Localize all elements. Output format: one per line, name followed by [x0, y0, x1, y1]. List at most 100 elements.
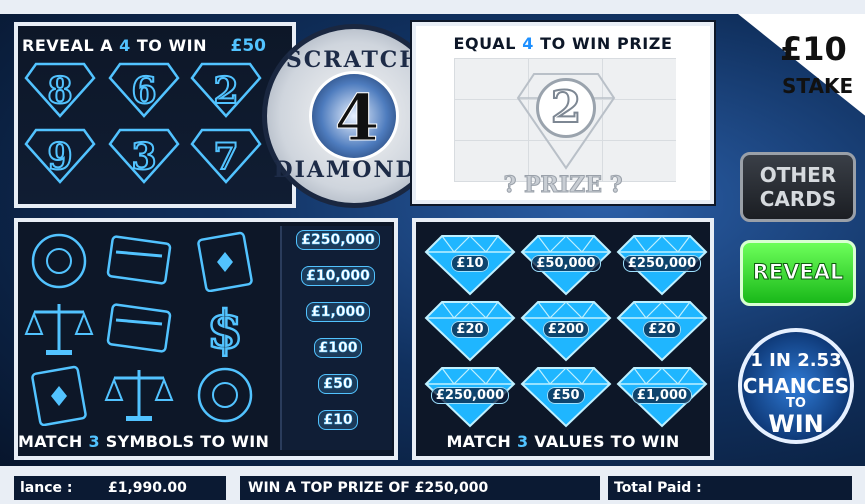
- diamond-value: £200: [542, 321, 590, 338]
- gem-number-cell[interactable]: 3: [108, 128, 180, 184]
- diamond-value: £1,000: [631, 387, 693, 404]
- footer-prefix: MATCH: [446, 432, 517, 451]
- gem-number-cell[interactable]: 6: [108, 62, 180, 118]
- symbol-prize: £250,000: [282, 230, 394, 250]
- scratch-symbol[interactable]: [22, 364, 96, 426]
- top-prize-banner: WIN A TOP PRIZE OF £250,000: [240, 476, 600, 500]
- symbol-prize-value: £250,000: [296, 230, 380, 250]
- value-diamond[interactable]: £50,000: [520, 232, 612, 296]
- ring-icon: [197, 367, 253, 423]
- symbol-prize: £50: [282, 374, 394, 394]
- header-prefix: REVEAL A: [22, 36, 120, 55]
- symbol-prize-value: £1,000: [305, 302, 371, 322]
- diamond-value-wrap: £50: [520, 387, 612, 404]
- match-symbols-footer: MATCH 3 SYMBOLS TO WIN: [18, 432, 278, 451]
- diamond-value: £250,000: [430, 387, 510, 404]
- diamond-value: £50,000: [531, 255, 601, 272]
- reveal-button[interactable]: REVEAL: [740, 240, 856, 306]
- diamond-value-wrap: £50,000: [520, 255, 612, 272]
- value-diamond[interactable]: £250,000: [424, 364, 516, 428]
- symbol-prize: £1,000: [282, 302, 394, 322]
- dollar-icon: $: [206, 299, 245, 360]
- game-screen: REVEAL A 4 TO WIN £50 862937 SCRATCH 4 D…: [0, 0, 865, 504]
- value-diamond[interactable]: £250,000: [616, 232, 708, 296]
- diamond-value: £250,000: [622, 255, 702, 272]
- revealed-number: 2: [536, 78, 596, 138]
- symbol-prize: £10: [282, 410, 394, 430]
- gem-number-cell[interactable]: 7: [190, 128, 262, 184]
- scratch-symbol[interactable]: [22, 298, 96, 360]
- scratch-symbol[interactable]: [102, 230, 176, 292]
- gem-number-cell[interactable]: 9: [24, 128, 96, 184]
- diamond-value: £10: [451, 255, 489, 272]
- scratch-symbol[interactable]: [102, 364, 176, 426]
- reveal-four-panel[interactable]: REVEAL A 4 TO WIN £50 8 6 2 9 3 7: [14, 22, 296, 208]
- match-values-panel[interactable]: £10 £50,000 £250,000 £20 £200 £20 £250,000 £50 £…: [412, 218, 714, 460]
- gem-number: 6: [130, 69, 157, 113]
- value-diamond[interactable]: £1,000: [616, 364, 708, 428]
- other-cards-button[interactable]: OTHER CARDS: [740, 152, 856, 222]
- gem-number: 8: [46, 69, 73, 113]
- reveal-four-header: REVEAL A 4 TO WIN: [22, 36, 207, 55]
- hidden-prize-label: ? PRIZE ?: [503, 172, 623, 199]
- card-icon: [106, 303, 172, 353]
- odds-line2: CHANCES: [742, 374, 850, 398]
- scratch-symbol[interactable]: [102, 298, 176, 360]
- diamond-value-wrap: £250,000: [616, 255, 708, 272]
- equal-four-header: EQUAL 4 TO WIN PRIZE: [416, 34, 710, 53]
- value-diamond[interactable]: £200: [520, 298, 612, 362]
- symbol-prize-column: £250,000 £10,000 £1,000 £100 £50 £10: [280, 226, 392, 450]
- diamond-value-wrap: £20: [616, 321, 708, 338]
- footer-number: 3: [88, 432, 100, 451]
- logo-number: 4: [334, 81, 380, 157]
- footer-prefix: MATCH: [18, 432, 89, 451]
- diamond-value-wrap: £200: [520, 321, 612, 338]
- svg-text:$: $: [207, 300, 243, 360]
- other-cards-line2: CARDS: [759, 187, 837, 211]
- match-symbols-panel[interactable]: $ £250,000 £10,000 £1,000 £100 £50 £10 MATCH …: [14, 218, 398, 460]
- stake-label: STAKE: [782, 74, 854, 98]
- header-suffix: TO WIN: [130, 36, 207, 55]
- value-diamond[interactable]: £10: [424, 232, 516, 296]
- total-paid-display: Total Paid :: [608, 476, 852, 500]
- equal-four-panel[interactable]: EQUAL 4 TO WIN PRIZE 2 ? PRIZE ?: [410, 20, 716, 206]
- top-frame: [0, 0, 865, 14]
- odds-badge: 1 IN 2.53 CHANCES TO WIN: [738, 328, 854, 444]
- gem-number: 9: [46, 135, 73, 179]
- ace-icon: [31, 365, 87, 426]
- footer-suffix: VALUES TO WIN: [528, 432, 680, 451]
- symbol-prize: £10,000: [282, 266, 394, 286]
- odds-line4: WIN: [768, 410, 824, 438]
- reveal-four-prize: £50: [230, 36, 267, 56]
- value-diamond[interactable]: £50: [520, 364, 612, 428]
- value-diamond[interactable]: £20: [424, 298, 516, 362]
- gem-number-cell[interactable]: 2: [190, 62, 262, 118]
- scratch-symbol[interactable]: [188, 230, 262, 292]
- diamond-value-wrap: £1,000: [616, 387, 708, 404]
- symbol-prize-value: £10,000: [301, 266, 375, 286]
- header-prefix: EQUAL: [453, 34, 523, 53]
- scratch-symbol[interactable]: [188, 364, 262, 426]
- value-diamond[interactable]: £20: [616, 298, 708, 362]
- diamond-value: £50: [547, 387, 585, 404]
- scratch-symbol[interactable]: [22, 230, 96, 292]
- symbol-prize-value: £100: [313, 338, 363, 358]
- diamond-value-wrap: £20: [424, 321, 516, 338]
- footer-suffix: SYMBOLS TO WIN: [99, 432, 270, 451]
- scratch-symbol[interactable]: $: [188, 298, 262, 360]
- ace-icon: [197, 231, 253, 292]
- symbol-prize-value: £50: [318, 374, 358, 394]
- ring-icon: [31, 233, 87, 289]
- scales-icon: [104, 370, 174, 421]
- gem-number: 7: [212, 135, 239, 179]
- card-icon: [106, 235, 172, 285]
- scales-icon: [24, 304, 94, 355]
- symbol-prize-value: £10: [318, 410, 358, 430]
- odds-line1: 1 IN 2.53: [750, 350, 842, 371]
- diamond-value: £20: [643, 321, 681, 338]
- gem-number: 3: [130, 135, 157, 179]
- balance-value: £1,990.00: [108, 480, 187, 496]
- header-suffix: TO WIN PRIZE: [533, 34, 673, 53]
- other-cards-line1: OTHER: [759, 163, 837, 187]
- gem-number-cell[interactable]: 8: [24, 62, 96, 118]
